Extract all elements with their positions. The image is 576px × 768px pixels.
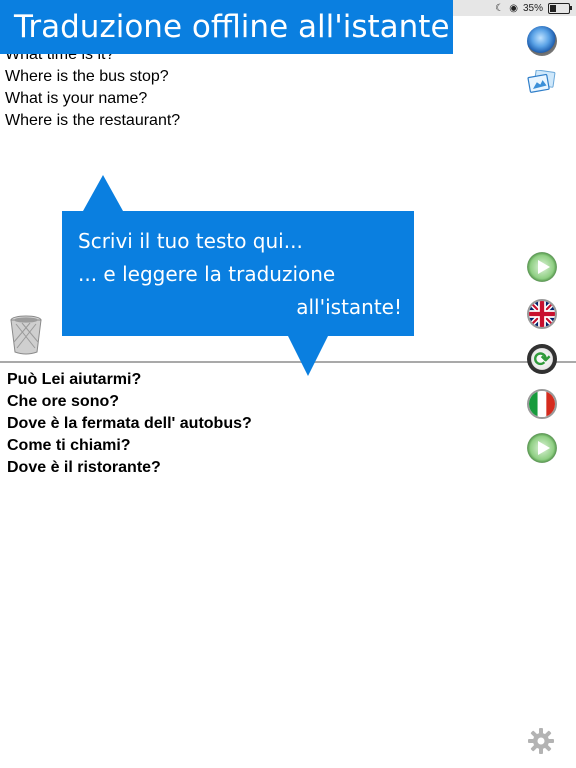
- microphone-icon[interactable]: [527, 26, 557, 56]
- callout-line-2: ... e leggere la traduzione: [78, 262, 336, 286]
- translation-line: Dove è il ristorante?: [7, 459, 161, 476]
- source-line: What time is it?: [5, 54, 115, 63]
- play-icon: [537, 260, 550, 274]
- status-bar: ☾ ◉ 35%: [450, 0, 576, 16]
- italy-flag-icon[interactable]: [527, 389, 557, 419]
- battery-icon: [548, 2, 572, 14]
- play-translation-button[interactable]: [527, 433, 557, 463]
- banner-title: Traduzione offline all'istante: [14, 9, 450, 45]
- translation-text-lines: Può Lei aiutarmi? Che ore sono? Dove è l…: [7, 369, 252, 479]
- orientation-lock-icon: ◉: [509, 2, 518, 14]
- callout-line-1: Scrivi il tuo testo qui...: [78, 229, 303, 253]
- trash-icon[interactable]: [8, 314, 44, 356]
- translation-line: Che ore sono?: [7, 393, 120, 410]
- uk-flag-icon[interactable]: [527, 299, 557, 329]
- source-line: Where is the bus stop?: [5, 68, 169, 85]
- source-line: What is your name?: [5, 90, 148, 107]
- battery-percent: 35%: [522, 2, 543, 14]
- play-source-button[interactable]: [527, 252, 557, 282]
- translation-line: Può Lei aiutarmi?: [7, 371, 142, 388]
- translation-line: Come ti chiami?: [7, 437, 131, 454]
- promo-banner: Traduzione offline all'istante: [0, 0, 453, 54]
- source-line: Where is the restaurant?: [5, 112, 181, 129]
- source-text-lines: What time is it? Where is the bus stop? …: [5, 54, 180, 132]
- translation-line: Dove è la fermata dell' autobus?: [7, 415, 252, 432]
- tutorial-callout: Scrivi il tuo testo qui... ... e leggere…: [62, 175, 414, 376]
- callout-tail-down: [288, 336, 328, 376]
- gear-icon[interactable]: [527, 727, 555, 755]
- callout-tail-up: [83, 175, 123, 211]
- moon-icon: ☾: [495, 2, 505, 14]
- play-icon: [537, 441, 550, 455]
- callout-line-3: all'istante!: [296, 295, 402, 319]
- swap-arrows-icon: ⟳: [533, 348, 551, 371]
- swap-icon[interactable]: ⟳: [527, 344, 557, 374]
- photo-icon[interactable]: [526, 69, 556, 94]
